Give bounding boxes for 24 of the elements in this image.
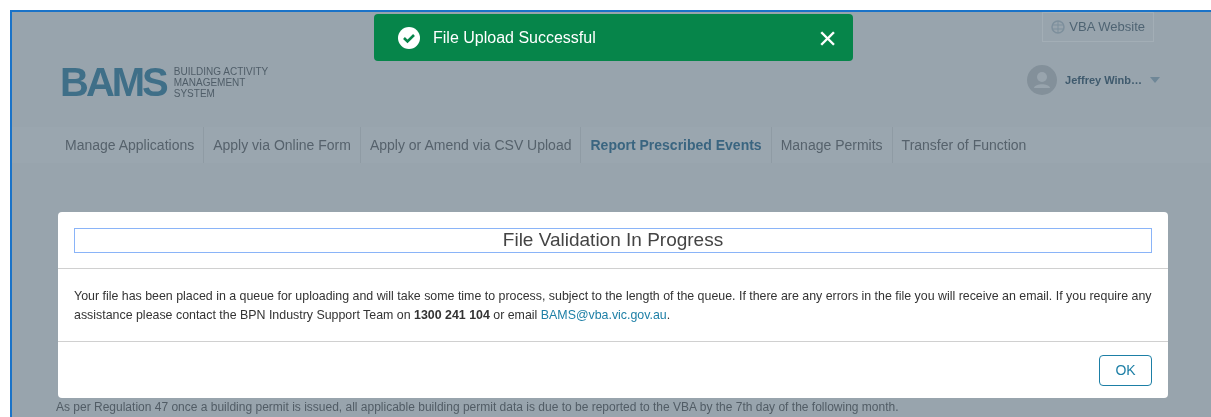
globe-icon bbox=[1051, 20, 1066, 34]
email-link[interactable]: BAMS@vba.vic.gov.au bbox=[540, 308, 667, 322]
toast-message: File Upload Successful bbox=[433, 27, 597, 48]
website-link[interactable]: VBA Website bbox=[1042, 12, 1154, 42]
dialog-message: Your file has been placed in a queue for uploading and will take some time to process, subject to the length of the queue. If there are any errors in the file you will receive an email. If you require any assistance please contact the BPN Industry Support Team on 1300 241 104 or email BAMS@vba.vic.gov.au. bbox=[58, 269, 1168, 342]
logo-subtitle: SYSTEM bbox=[173, 87, 216, 99]
logo-subtitle: BUILDING ACTIVITY bbox=[173, 65, 269, 77]
user-name: Jeffrey Winb… bbox=[1065, 72, 1142, 88]
caret-icon bbox=[1150, 77, 1160, 83]
logo-mark: BAMS bbox=[60, 62, 166, 102]
nav-tab[interactable]: Apply via Online Form bbox=[203, 127, 360, 163]
regulation-text: As per Regulation 47 once a building permit is issued, all applicable building permit data is due to be reported to the VBA by the 7th day of the following month. bbox=[55, 399, 900, 416]
sentence-end: . bbox=[666, 308, 671, 322]
check-circle-icon bbox=[398, 26, 420, 49]
nav-tab[interactable]: Manage Permits bbox=[770, 127, 892, 163]
close-button[interactable]: × bbox=[818, 21, 837, 54]
user-menu[interactable]: Jeffrey Winb… bbox=[1027, 65, 1160, 95]
nav-tab[interactable]: Apply or Amend via CSV Upload bbox=[359, 127, 581, 163]
nav-tab[interactable]: Report Prescribed Events bbox=[580, 127, 771, 163]
nav-tab[interactable]: Manage Applications bbox=[56, 127, 204, 163]
dialog-title: File Validation In Progress bbox=[74, 228, 1152, 253]
nav-tab[interactable]: Transfer of Function bbox=[891, 127, 1036, 163]
logo-subtitle: MANAGEMENT bbox=[173, 76, 247, 88]
ok-button[interactable]: OK bbox=[1099, 355, 1152, 386]
